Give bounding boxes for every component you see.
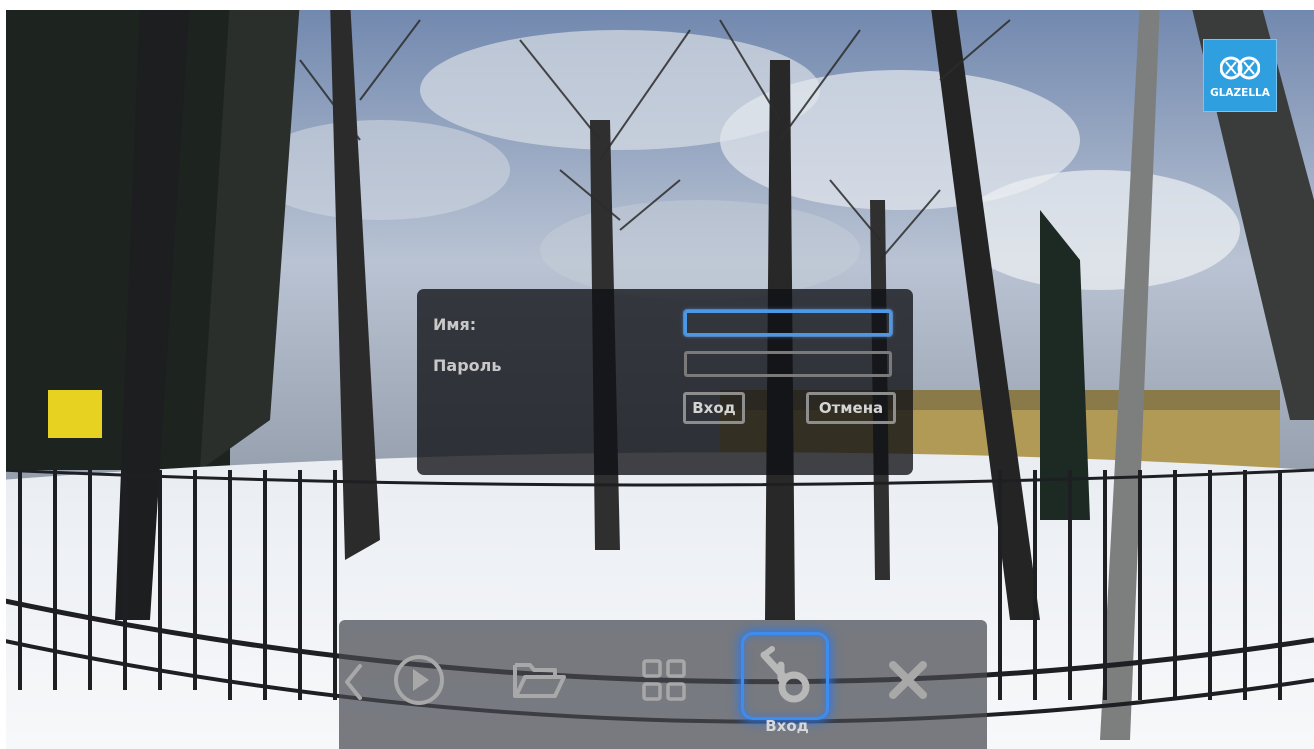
glazella-logo-icon (1220, 56, 1260, 79)
password-input[interactable] (684, 351, 892, 377)
login-toolbar-label: Вход (765, 717, 809, 735)
yellow-sign (48, 390, 102, 438)
folder-icon (513, 663, 566, 698)
back-button[interactable] (341, 660, 365, 704)
cancel-button[interactable]: Отмена (806, 392, 896, 424)
name-input[interactable] (684, 310, 892, 336)
glazella-logo: GLAZELLA (1203, 39, 1277, 112)
name-label: Имя: (433, 315, 477, 334)
login-toolbar-button[interactable] (741, 632, 829, 720)
logo-text: GLAZELLA (1210, 86, 1270, 99)
close-button[interactable] (881, 653, 935, 707)
left-border (0, 0, 6, 749)
top-border (0, 0, 1314, 10)
login-button[interactable]: Вход (683, 392, 745, 424)
login-dialog: Имя: Пароль Вход Отмена (417, 289, 913, 475)
chevron-left-icon (345, 664, 362, 700)
screen: GLAZELLA Имя: Пароль Вход Отмена Вход (0, 0, 1314, 749)
play-icon (394, 655, 444, 705)
bottom-toolbar: Вход (339, 620, 987, 749)
play-button[interactable] (389, 650, 449, 710)
grid-icon (642, 659, 686, 701)
close-icon (889, 661, 927, 699)
grid-view-button[interactable] (634, 650, 694, 710)
open-folder-button[interactable] (509, 652, 569, 708)
password-label: Пароль (433, 356, 502, 375)
login-key-icon (760, 646, 810, 703)
